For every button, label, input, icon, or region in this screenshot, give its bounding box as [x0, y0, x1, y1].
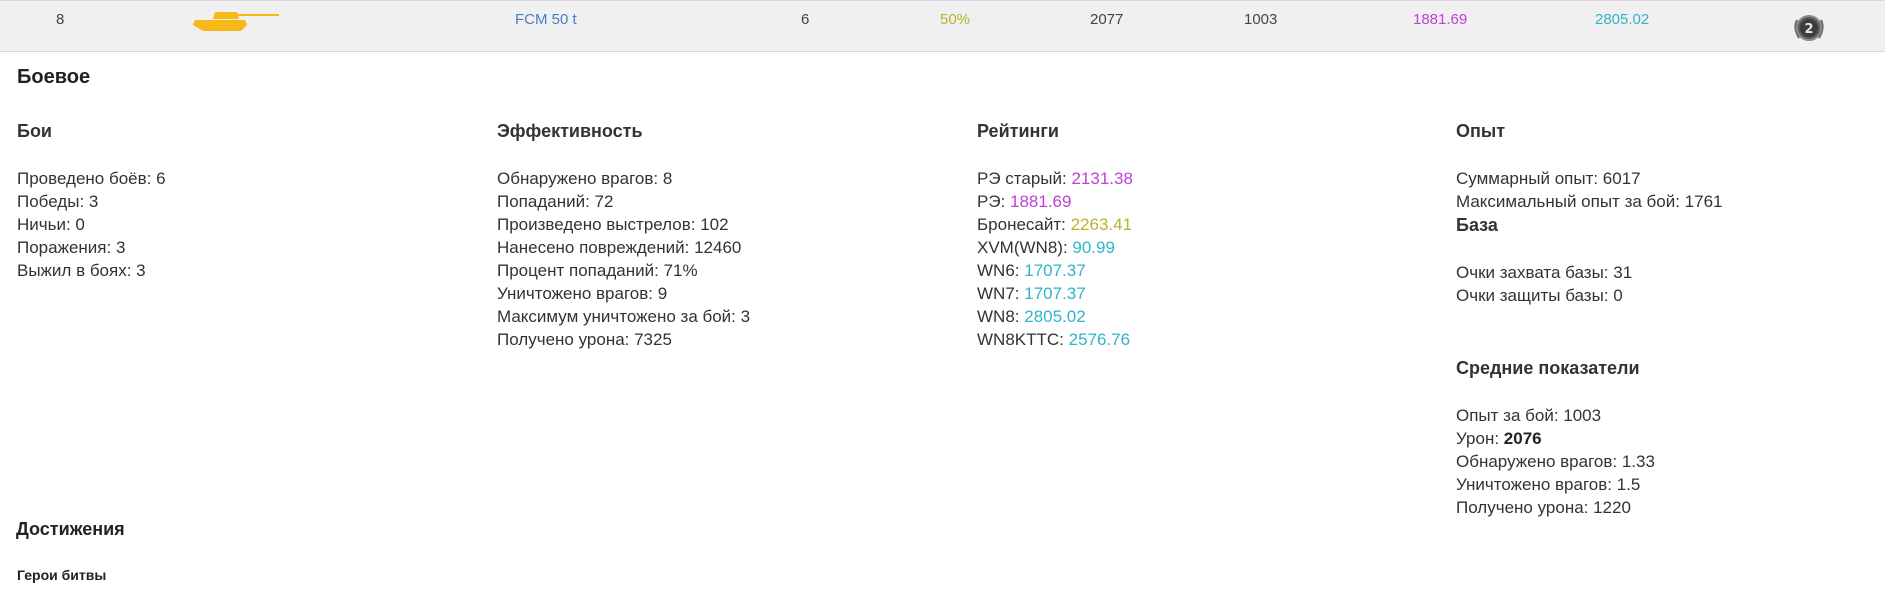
rating-label: WN8KTTC: [977, 330, 1069, 349]
stat-line: Ничьи: 0 [17, 215, 85, 234]
rating-value: 1707.37 [1024, 284, 1086, 303]
stat-line: Процент попаданий: 71% [497, 261, 698, 280]
efficiency-heading: Эффективность [497, 121, 643, 141]
rating-label: Бронесайт: [977, 215, 1071, 234]
stat-line: Проведено боёв: 6 [17, 169, 166, 188]
avg-damage: 2077 [1090, 11, 1124, 28]
experience-heading: Опыт [1456, 121, 1506, 141]
averages-heading: Средние показатели [1456, 358, 1640, 378]
damage-label: Урон: [1456, 429, 1504, 448]
damage-line: Урон: 2076 [1456, 427, 1655, 450]
experience-column: Опыт Суммарный опыт: 6017 Максимальный о… [1456, 121, 1723, 307]
rating-value: 2263.41 [1070, 215, 1133, 234]
rating-label: РЭ старый: [977, 169, 1072, 188]
stat-line: Обнаружено врагов: 8 [497, 169, 673, 188]
rating-line: WN8KTTC: 2576.76 [977, 328, 1133, 351]
stat-line: Максимум уничтожено за бой: 3 [497, 307, 751, 326]
vehicle-row: 8 FCM 50 t 6 50% 2077 1003 1881.69 2805.… [0, 0, 1885, 52]
rating-label: WN8: [977, 307, 1025, 326]
rating-value: 2131.38 [1071, 169, 1133, 188]
rating-label: XVM(WN8): [977, 238, 1073, 257]
rating-value: 1707.37 [1024, 261, 1086, 280]
stat-line: Обнаружено врагов: 1.33 [1456, 452, 1655, 471]
stat-line: Победы: 3 [17, 192, 99, 211]
stat-line: Уничтожено врагов: 9 [497, 284, 668, 303]
battles-column: Бои Проведено боёв: 6 Победы: 3 Ничьи: 0… [17, 121, 166, 282]
rating-line: Бронесайт: 2263.41 [977, 213, 1133, 236]
stat-line: Получено урона: 7325 [497, 330, 672, 349]
rating-label: WN7: [977, 284, 1025, 303]
mastery-badge-2-icon: 2 [1794, 15, 1824, 41]
damage-value: 2076 [1503, 429, 1542, 448]
battles-heading: Бои [17, 121, 52, 141]
stat-line: Нанесено повреждений: 12460 [497, 238, 742, 257]
efficiency-rating: 1881.69 [1413, 11, 1468, 28]
rating-label: РЭ: [977, 192, 1011, 211]
efficiency-column: Эффективность Обнаружено врагов: 8 Попад… [497, 121, 750, 351]
stat-line: Уничтожено врагов: 1.5 [1456, 475, 1641, 494]
rating-line: WN6: 1707.37 [977, 259, 1133, 282]
base-heading: База [1456, 215, 1498, 235]
section-title: Боевое [17, 66, 91, 88]
rating-line: РЭ старый: 2131.38 [977, 167, 1133, 190]
stat-line: Получено урона: 1220 [1456, 498, 1631, 517]
mastery-level: 2 [1804, 22, 1813, 37]
wn8-rating: 2805.02 [1595, 11, 1650, 28]
stat-line: Произведено выстрелов: 102 [497, 215, 729, 234]
ratings-column: Рейтинги РЭ старый: 2131.38 РЭ: 1881.69 … [977, 121, 1133, 351]
stat-line: Очки защиты базы: 0 [1456, 286, 1623, 305]
rating-value: 2576.76 [1068, 330, 1131, 349]
battles-count: 6 [801, 11, 810, 28]
rating-line: WN8: 2805.02 [977, 305, 1133, 328]
tank-silhouette-icon [193, 12, 279, 31]
stat-line: Максимальный опыт за бой: 1761 [1456, 192, 1723, 211]
avg-xp: 1003 [1244, 11, 1278, 28]
tank-name-link[interactable]: FCM 50 t [515, 11, 577, 28]
win-rate: 50% [940, 11, 971, 28]
ratings-heading: Рейтинги [977, 121, 1059, 141]
rating-value: 2805.02 [1024, 307, 1086, 326]
stat-line: Опыт за бой: 1003 [1456, 406, 1602, 425]
rating-value: 1881.69 [1010, 192, 1072, 211]
rating-label: WN6: [977, 261, 1025, 280]
achievements-heading: Достижения [16, 519, 125, 539]
stat-line: Суммарный опыт: 6017 [1456, 169, 1641, 188]
rating-value: 90.99 [1072, 238, 1115, 257]
achievements-subheading: Герои битвы [17, 567, 107, 583]
averages-column: Средние показатели Опыт за бой: 1003 Уро… [1456, 358, 1655, 519]
stat-line: Поражения: 3 [17, 238, 126, 257]
vehicle-rank: 8 [56, 11, 65, 28]
stat-line: Выжил в боях: 3 [17, 261, 146, 280]
rating-line: XVM(WN8): 90.99 [977, 236, 1133, 259]
stat-line: Попаданий: 72 [497, 192, 614, 211]
rating-line: РЭ: 1881.69 [977, 190, 1133, 213]
rating-line: WN7: 1707.37 [977, 282, 1133, 305]
stat-line: Очки захвата базы: 31 [1456, 263, 1633, 282]
